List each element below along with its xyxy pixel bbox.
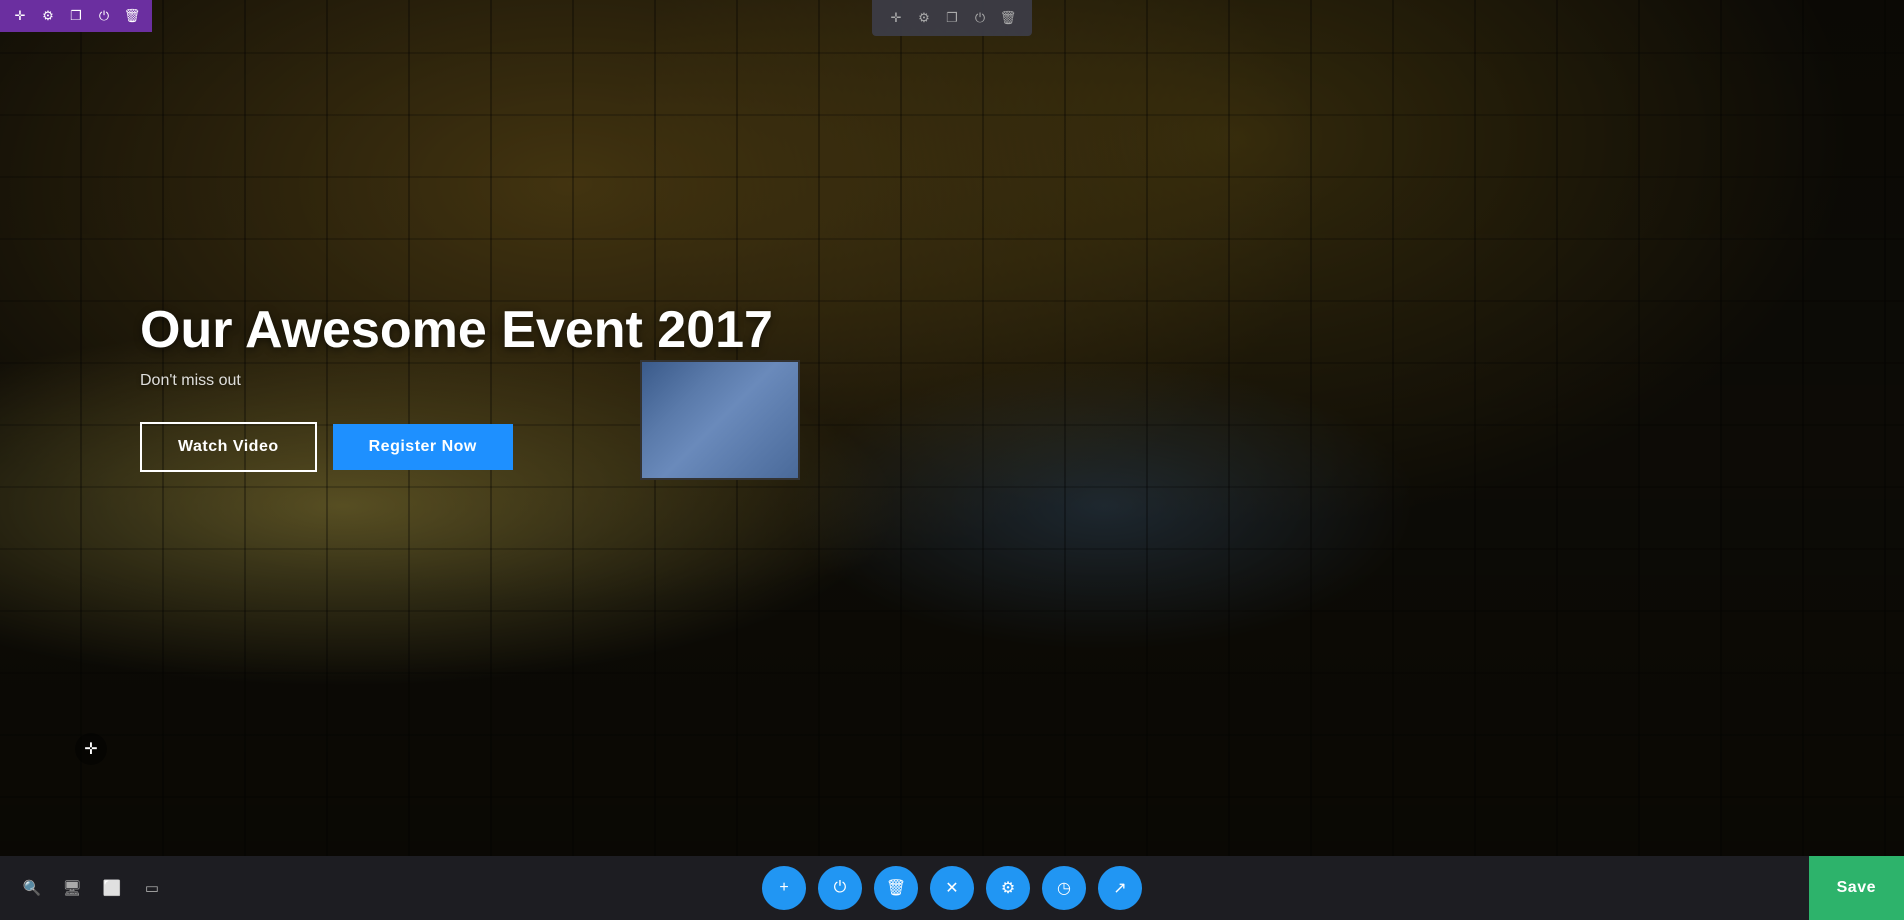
settings-button[interactable]: ⚙ <box>986 866 1030 910</box>
settings-icon[interactable]: ⚙ <box>36 4 60 28</box>
duplicate-icon-center[interactable]: ❐ <box>940 6 964 30</box>
move-icon-center[interactable]: ✛ <box>884 6 908 30</box>
power-button[interactable]: ⏻ <box>818 866 862 910</box>
desktop-view-icon[interactable]: 🖥 <box>56 872 88 904</box>
delete-icon-center[interactable]: 🗑 <box>996 6 1020 30</box>
top-toolbar-center: ✛ ⚙ ❐ ⏻ 🗑 <box>872 0 1032 36</box>
bottom-center-tools: + ⏻ 🗑 ✕ ⚙ ◷ ↗ <box>762 866 1142 910</box>
settings-icon-center[interactable]: ⚙ <box>912 6 936 30</box>
search-icon[interactable]: 🔍 <box>16 872 48 904</box>
hero-content: Our Awesome Event 2017 Don't miss out Wa… <box>140 300 773 472</box>
hero-section: ✛ ⚙ ❐ ⏻ 🗑 ✛ ⚙ ❐ ⏻ 🗑 Our Awesome Event 20… <box>0 0 1904 920</box>
duplicate-icon[interactable]: ❐ <box>64 4 88 28</box>
save-button[interactable]: Save <box>1809 856 1904 920</box>
delete-icon[interactable]: 🗑 <box>120 4 144 28</box>
move-arrows-icon: ✛ <box>84 739 97 759</box>
delete-button[interactable]: 🗑 <box>874 866 918 910</box>
power-icon[interactable]: ⏻ <box>92 4 116 28</box>
hero-title: Our Awesome Event 2017 <box>140 300 773 360</box>
bottom-toolbar: 🔍 🖥 ⬜ ▭ + ⏻ 🗑 ✕ ⚙ ◷ ↗ Save <box>0 856 1904 920</box>
add-button[interactable]: + <box>762 866 806 910</box>
bottom-left-tools: 🔍 🖥 ⬜ ▭ <box>16 872 168 904</box>
hero-subtitle: Don't miss out <box>140 372 773 390</box>
hero-buttons: Watch Video Register Now <box>140 422 773 472</box>
watch-video-button[interactable]: Watch Video <box>140 422 317 472</box>
launch-button[interactable]: ↗ <box>1098 866 1142 910</box>
history-button[interactable]: ◷ <box>1042 866 1086 910</box>
move-icon[interactable]: ✛ <box>8 4 32 28</box>
close-button[interactable]: ✕ <box>930 866 974 910</box>
power-icon-center[interactable]: ⏻ <box>968 6 992 30</box>
tablet-view-icon[interactable]: ⬜ <box>96 872 128 904</box>
top-toolbar-left: ✛ ⚙ ❐ ⏻ 🗑 <box>0 0 152 32</box>
register-now-button[interactable]: Register Now <box>333 424 513 470</box>
move-handle[interactable]: ✛ <box>75 733 107 765</box>
mobile-view-icon[interactable]: ▭ <box>136 872 168 904</box>
bottom-right: Save <box>1809 856 1904 920</box>
